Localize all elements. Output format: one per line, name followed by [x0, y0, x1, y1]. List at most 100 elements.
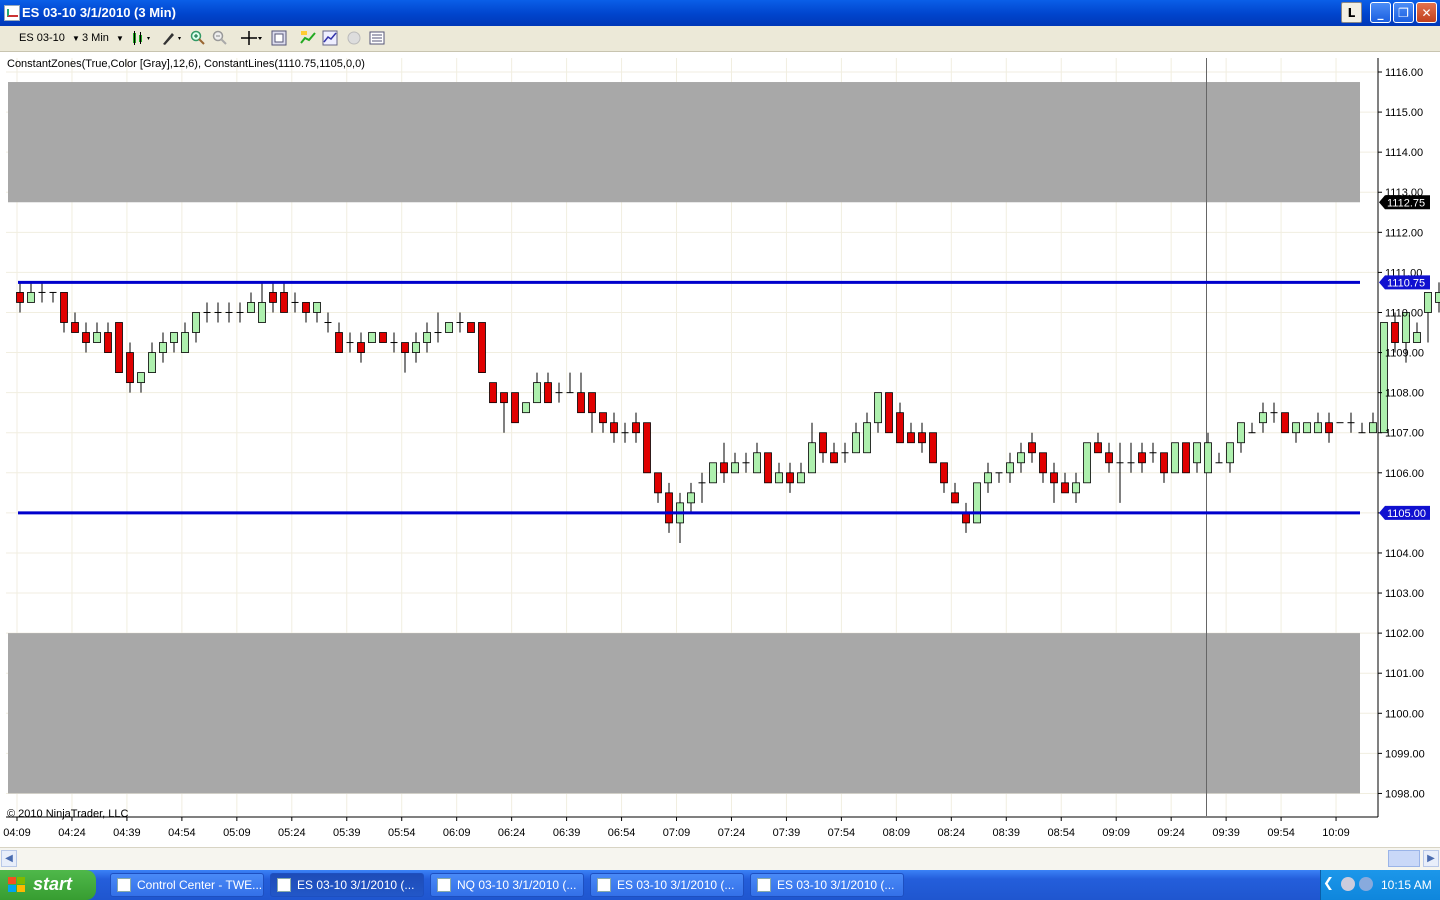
crosshair-icon[interactable]: [240, 30, 264, 46]
candle-up: [423, 332, 431, 343]
candle-up: [1017, 452, 1025, 464]
window-title: ES 03-10 3/1/2010 (3 Min): [22, 5, 176, 20]
data-box-icon[interactable]: [271, 30, 287, 46]
zoom-in-icon[interactable]: [190, 30, 206, 46]
candle-up: [874, 392, 882, 424]
y-tick-label: 1098.00: [1385, 788, 1425, 800]
chart-toolbar: ES 03-10 ▼ 3 Min ▼: [0, 26, 1440, 52]
x-tick-label: 07:54: [828, 827, 856, 839]
candle-down: [819, 432, 827, 454]
candle-up: [170, 332, 178, 343]
candle-up: [1083, 442, 1091, 484]
candle-down: [1138, 452, 1146, 464]
candle-down: [1061, 482, 1069, 494]
candle-down: [500, 392, 508, 404]
candle-up: [445, 322, 453, 333]
tray-expand-icon[interactable]: ❮: [1323, 876, 1334, 891]
candle-down: [665, 492, 673, 524]
drawing-tool-icon[interactable]: [160, 30, 184, 46]
x-tick-label: 04:54: [168, 827, 196, 839]
interval-selector[interactable]: 3 Min ▼: [82, 30, 124, 46]
task-label: ES 03-10 3/1/2010 (...: [777, 878, 895, 892]
last-price-marker: 1112.75: [1379, 195, 1430, 210]
x-tick-label: 05:39: [333, 827, 361, 839]
candle-up: [687, 492, 695, 504]
candle-up: [808, 442, 816, 474]
task-control-center[interactable]: Control Center - TWE...: [110, 873, 264, 897]
indicators-icon[interactable]: [300, 30, 316, 46]
minimize-button[interactable]: _: [1370, 2, 1391, 23]
minimize-icon: _: [1377, 6, 1384, 20]
task-es-chart-1[interactable]: ES 03-10 3/1/2010 (...: [270, 873, 424, 897]
x-tick-label: 06:09: [443, 827, 471, 839]
properties-icon[interactable]: [369, 30, 385, 46]
close-button[interactable]: ✕: [1416, 2, 1437, 23]
y-tick-label: 1101.00: [1385, 668, 1424, 680]
candle-up: [368, 332, 376, 343]
candle-down: [885, 392, 893, 434]
candle-down: [1160, 452, 1168, 474]
disabled-circle-icon[interactable]: [346, 30, 362, 46]
candle-down: [544, 382, 552, 404]
x-tick-label: 06:39: [553, 827, 581, 839]
scroll-left-button[interactable]: ◀: [1, 850, 17, 867]
candle-up: [1369, 422, 1377, 434]
system-tray: ❮ 10:15 AM: [1320, 870, 1440, 900]
candle-up: [1006, 462, 1014, 474]
candle-down: [940, 462, 948, 484]
y-tick-label: 1103.00: [1385, 588, 1424, 600]
layout-button[interactable]: L: [1341, 2, 1362, 23]
network-icon[interactable]: [1341, 877, 1355, 891]
window-titlebar[interactable]: ES 03-10 3/1/2010 (3 Min) L _ ❐ ✕: [0, 0, 1440, 26]
candle-down: [280, 292, 288, 313]
x-tick-label: 09:09: [1102, 827, 1130, 839]
volume-icon[interactable]: [1359, 877, 1373, 891]
chart-icon: [277, 878, 291, 892]
candle-down: [467, 322, 475, 333]
x-tick-label: 08:39: [993, 827, 1021, 839]
candle-up: [192, 312, 200, 333]
chevron-left-icon: ◀: [5, 853, 13, 864]
start-button[interactable]: start: [0, 870, 96, 900]
candle-down: [1028, 442, 1036, 454]
candle-down: [610, 422, 618, 434]
zoom-out-icon[interactable]: [212, 30, 228, 46]
x-tick-label: 09:39: [1212, 827, 1240, 839]
candle-up: [1171, 442, 1179, 474]
candle-down: [82, 332, 90, 343]
y-tick-label: 1107.00: [1385, 428, 1424, 440]
candle-down: [1325, 422, 1333, 434]
candle-down: [1094, 442, 1102, 454]
candle-down: [335, 332, 343, 353]
x-tick-label: 05:54: [388, 827, 416, 839]
candle-down: [643, 422, 651, 474]
x-tick-label: 04:39: [113, 827, 141, 839]
maximize-button[interactable]: ❐: [1393, 2, 1414, 23]
task-es-chart-3[interactable]: ES 03-10 3/1/2010 (...: [750, 873, 904, 897]
candle-down: [126, 352, 134, 384]
candle-up: [258, 302, 266, 323]
constant-zone: [8, 82, 1360, 203]
scroll-right-button[interactable]: ▶: [1423, 850, 1439, 867]
task-nq-chart[interactable]: NQ 03-10 3/1/2010 (...: [430, 873, 584, 897]
instrument-selector[interactable]: ES 03-10 ▼: [19, 30, 80, 46]
task-label: ES 03-10 3/1/2010 (...: [617, 878, 735, 892]
close-icon: ✕: [1421, 6, 1432, 20]
chart-style-icon[interactable]: [131, 30, 153, 46]
price-chart[interactable]: 1116.00 1115.00 1114.00 1113.00 1112.00 1111.…: [0, 52, 1440, 847]
chart-canvas[interactable]: 1116.001115.001114.001113.001112.001111.…: [0, 52, 1440, 847]
candle-down: [577, 392, 585, 414]
strategies-icon[interactable]: [322, 30, 338, 46]
scroll-thumb[interactable]: [1388, 850, 1420, 867]
candle-up: [1314, 422, 1322, 434]
candle-up: [1259, 412, 1267, 424]
candle-up: [753, 452, 761, 474]
candle-up: [522, 402, 530, 414]
chevron-right-icon: ▶: [1427, 853, 1435, 864]
upper-line-marker-label: 1110.75: [1387, 277, 1425, 289]
chart-scrollbar[interactable]: ◀ ▶: [0, 847, 1440, 870]
x-tick-label: 07:24: [718, 827, 746, 839]
task-es-chart-2[interactable]: ES 03-10 3/1/2010 (...: [590, 873, 744, 897]
candle-up: [1292, 422, 1300, 434]
candle-up: [1204, 442, 1212, 474]
